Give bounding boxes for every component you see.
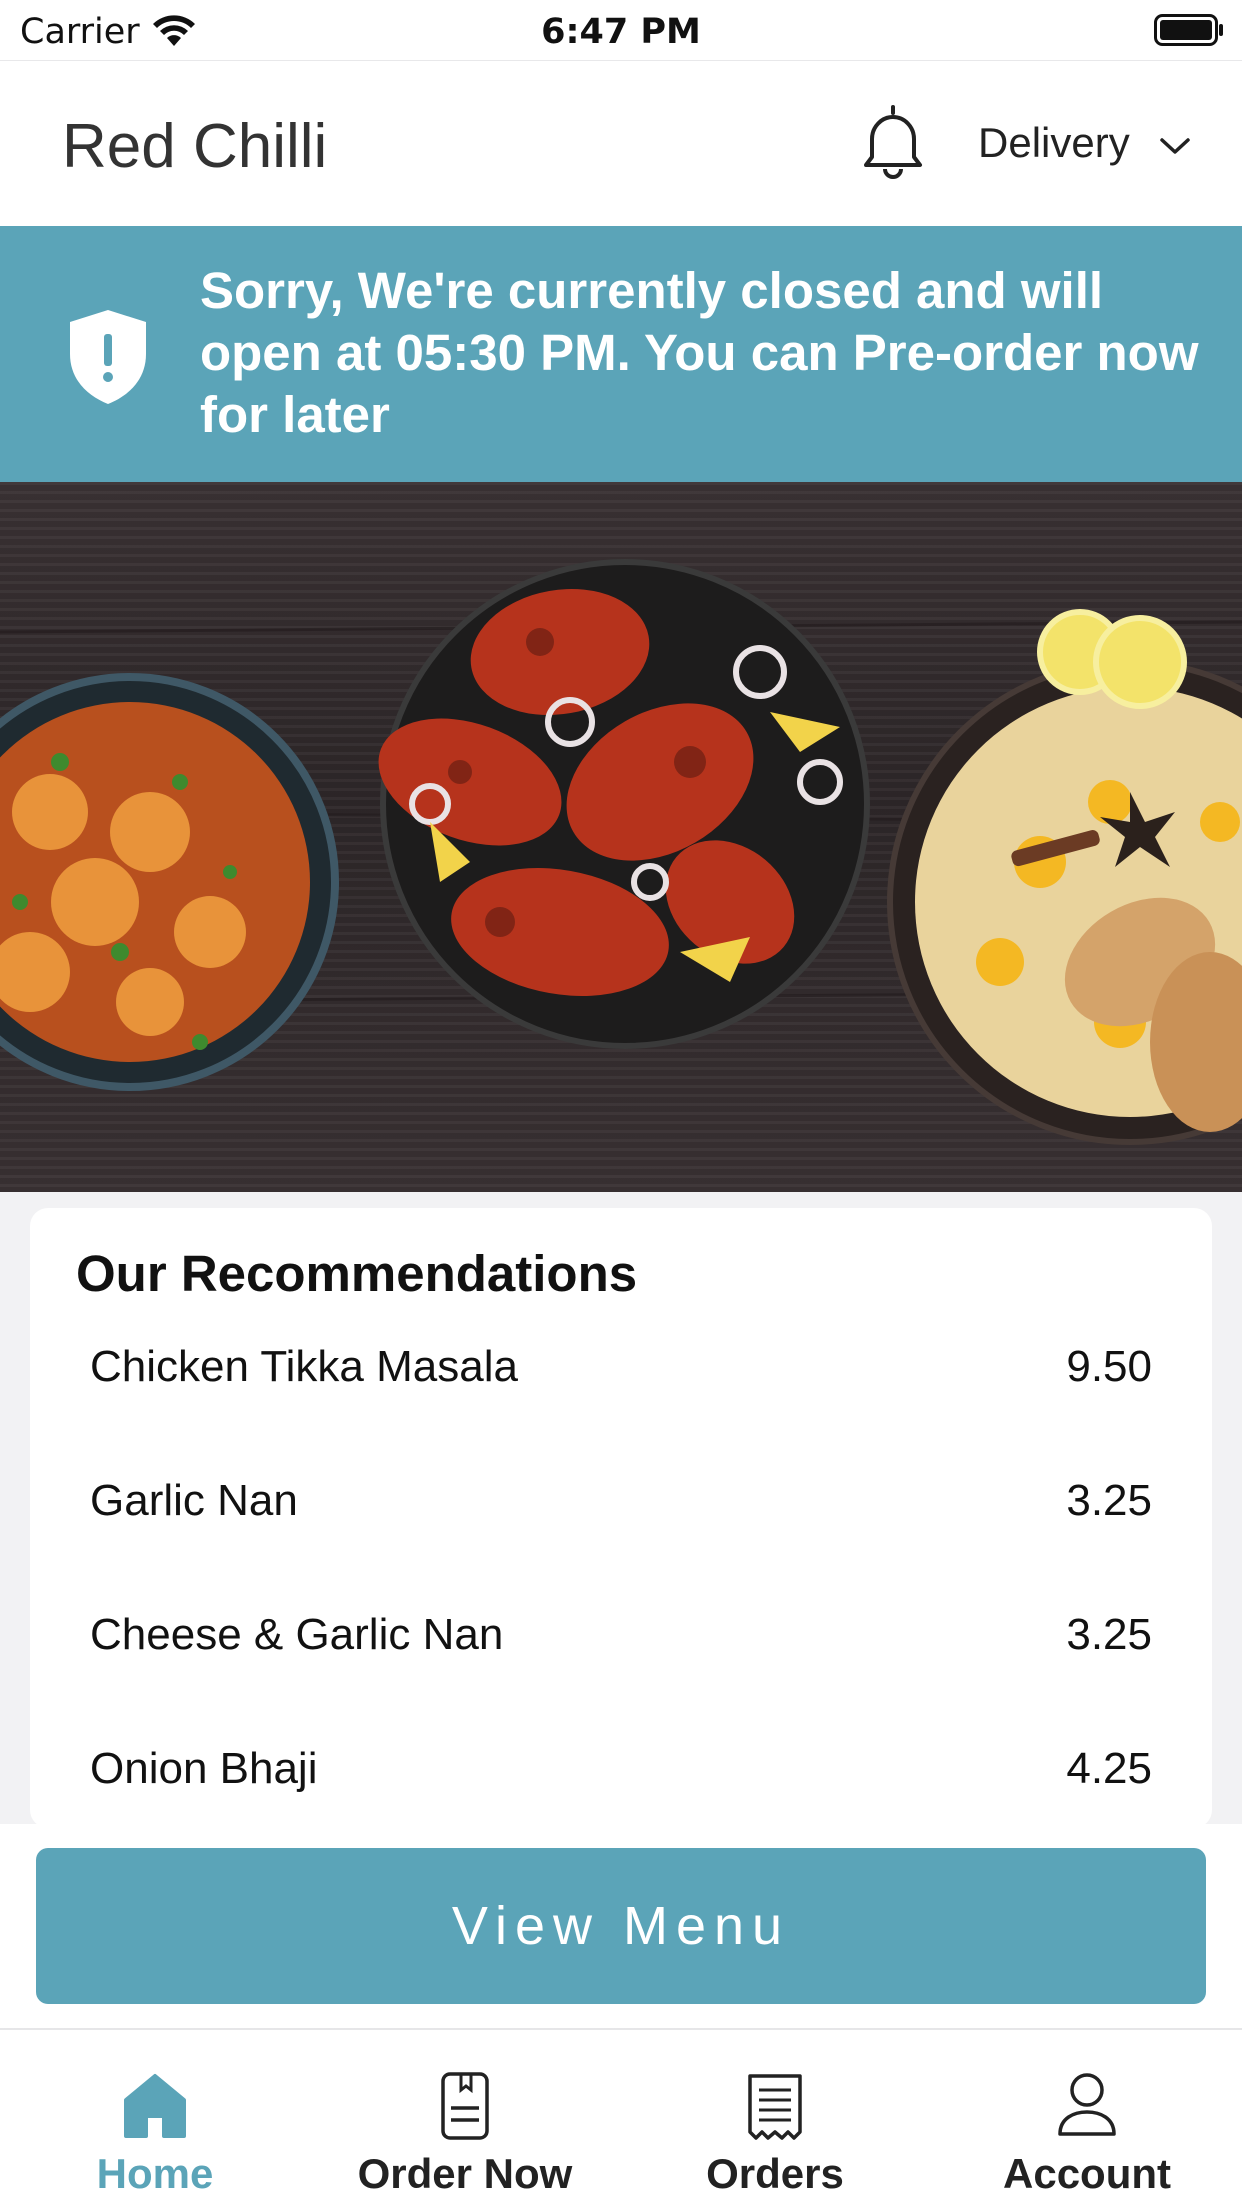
menu-book-icon [441, 2072, 489, 2140]
user-icon [1058, 2073, 1116, 2136]
hero-food-image [0, 482, 1242, 1192]
tab-label: Home [96, 2150, 214, 2197]
receipt-icon [748, 2074, 802, 2140]
recommendation-item[interactable]: Onion Bhaji 4.25 [30, 1722, 1212, 1828]
food-illustration [0, 559, 1242, 1145]
recommendations-card: Our Recommendations Chicken Tikka Masala… [30, 1208, 1212, 1828]
clock: 6:47 PM [541, 12, 701, 52]
item-price: 4.25 [1066, 1744, 1152, 1793]
item-price: 3.25 [1066, 1476, 1152, 1525]
bottom-tab-bar: Home Order Now Orders Account [0, 2028, 1242, 2208]
tab-order-now[interactable]: Order Now [310, 2030, 620, 2208]
shield-alert-icon [70, 310, 146, 404]
tab-orders[interactable]: Orders [620, 2030, 930, 2208]
chevron-down-icon[interactable] [1158, 135, 1192, 157]
view-menu-panel: View Menu [0, 1824, 1242, 2028]
status-bar: Carrier 6:47 PM [0, 0, 1242, 60]
app-screen: Carrier 6:47 PM Red Chilli Delivery Sorr… [0, 0, 1242, 2208]
app-header: Red Chilli Delivery [0, 60, 1242, 226]
item-price: 9.50 [1066, 1342, 1152, 1391]
tab-label: Order Now [357, 2150, 573, 2197]
recommendation-item[interactable]: Chicken Tikka Masala 9.50 [30, 1320, 1212, 1454]
item-name: Onion Bhaji [90, 1744, 318, 1793]
restaurant-name: Red Chilli [62, 112, 328, 181]
recommendation-item[interactable]: Garlic Nan 3.25 [30, 1454, 1212, 1588]
notification-bell-icon[interactable] [858, 101, 928, 181]
item-name: Chicken Tikka Masala [90, 1342, 518, 1391]
tab-label: Orders [706, 2150, 844, 2197]
recommendation-item[interactable]: Cheese & Garlic Nan 3.25 [30, 1588, 1212, 1722]
view-menu-button[interactable]: View Menu [36, 1848, 1206, 2004]
recommendations-list: Chicken Tikka Masala 9.50 Garlic Nan 3.2… [30, 1320, 1212, 1828]
recommendations-title: Our Recommendations [76, 1245, 638, 1302]
item-name: Cheese & Garlic Nan [90, 1610, 504, 1659]
delivery-mode-selector[interactable]: Delivery [978, 119, 1130, 167]
item-name: Garlic Nan [90, 1476, 298, 1525]
home-icon [124, 2074, 186, 2138]
closed-notice-banner: Sorry, We're currently closed and will o… [0, 226, 1242, 482]
tab-home[interactable]: Home [0, 2030, 310, 2208]
closed-message: Sorry, We're currently closed and will o… [200, 262, 1199, 443]
tab-account[interactable]: Account [932, 2030, 1242, 2208]
tab-label: Account [1003, 2150, 1171, 2197]
battery-icon [1154, 14, 1223, 46]
item-price: 3.25 [1066, 1610, 1152, 1659]
